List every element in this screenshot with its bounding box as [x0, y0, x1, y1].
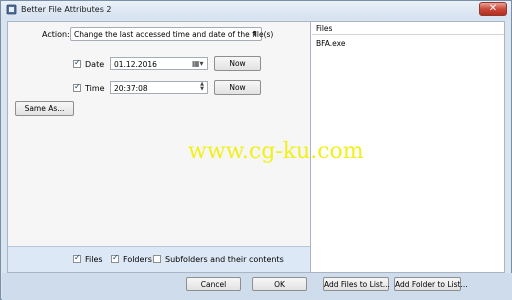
time-now-label: Now [229, 83, 246, 92]
time-label: Time [85, 84, 105, 93]
date-now-label: Now [229, 59, 246, 68]
attributes-settings: Action: Change the last accessed time an… [8, 22, 310, 246]
time-now-button[interactable]: Now [214, 80, 261, 95]
add-files-button[interactable]: Add Files to List... [323, 277, 390, 291]
window-title: Better File Attributes 2 [21, 5, 112, 14]
footer-bar: Cancel OK Add Files to List... Add Folde… [2, 273, 512, 300]
action-dropdown[interactable]: Change the last accessed time and date o… [70, 27, 273, 41]
same-as-button[interactable]: Same As... [15, 101, 74, 116]
time-value: 20:37:08 [114, 84, 148, 93]
time-checkbox[interactable] [73, 82, 81, 92]
folders-filter-checkbox[interactable] [111, 253, 119, 263]
date-now-button[interactable]: Now [214, 56, 261, 71]
ok-button[interactable]: OK [252, 277, 307, 291]
files-header-label: Files [316, 24, 333, 33]
subfolders-filter-label: Subfolders and their contents [165, 255, 284, 264]
close-icon: ✕ [488, 3, 498, 14]
cancel-button[interactable]: Cancel [186, 277, 241, 291]
subfolders-filter-checkbox[interactable] [153, 255, 161, 263]
date-checkbox[interactable] [73, 58, 81, 68]
add-folder-label: Add Folder to List... [395, 280, 468, 289]
folders-filter-label: Folders [123, 255, 152, 264]
filter-bar: Files Folders Subfolders and their conte… [8, 246, 310, 272]
dropdown-arrow-icon: ⬍ [252, 30, 258, 38]
watermark-text: www.cg-ku.com [188, 139, 364, 164]
list-item[interactable]: BFA.exe [316, 39, 345, 48]
add-files-label: Add Files to List... [324, 280, 390, 289]
add-folder-button[interactable]: Add Folder to List... [394, 277, 468, 291]
calendar-icon[interactable]: ▦▾ [192, 59, 204, 68]
app-icon [6, 4, 17, 15]
date-label: Date [85, 60, 105, 69]
same-as-label: Same As... [24, 104, 65, 113]
close-button[interactable]: ✕ [479, 2, 507, 16]
title-bar[interactable]: Better File Attributes 2 ✕ [1, 1, 511, 19]
main-window: Better File Attributes 2 ✕ Action: Chang… [0, 0, 512, 300]
date-picker[interactable]: 01.12.2016 ▦▾ [110, 57, 208, 70]
client-area: Action: Change the last accessed time an… [7, 21, 505, 273]
cancel-label: Cancel [200, 280, 227, 289]
action-label: Action: [42, 30, 70, 39]
time-spinner[interactable]: ▲ ▼ [198, 82, 206, 93]
time-picker[interactable]: 20:37:08 ▲ ▼ [110, 81, 208, 94]
date-value: 01.12.2016 [114, 60, 157, 69]
spin-down-icon[interactable]: ▼ [198, 87, 206, 92]
files-filter-checkbox[interactable] [73, 253, 81, 263]
files-filter-label: Files [85, 255, 103, 264]
action-selected-value: Change the last accessed time and date o… [74, 30, 274, 39]
ok-label: OK [274, 280, 285, 289]
files-column-header[interactable]: Files [312, 22, 504, 35]
